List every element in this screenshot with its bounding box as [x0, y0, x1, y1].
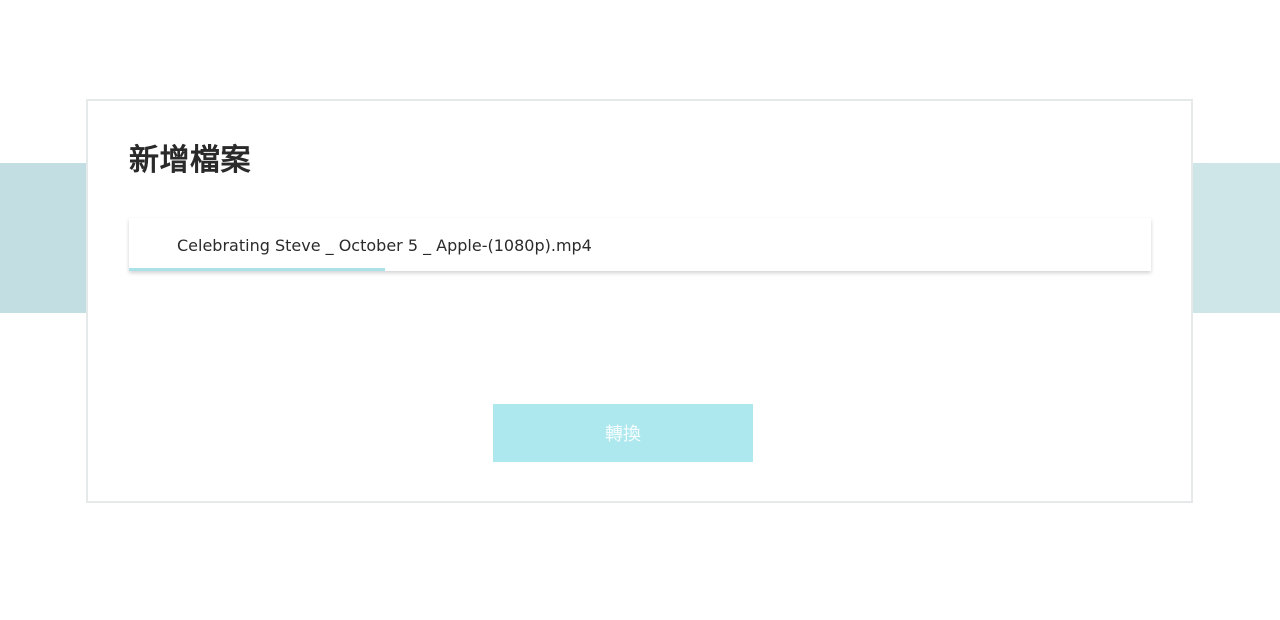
- upload-progress-fill: [129, 268, 385, 271]
- add-file-card: 新增檔案 Celebrating Steve _ October 5 _ App…: [86, 99, 1193, 503]
- file-name: Celebrating Steve _ October 5 _ Apple-(1…: [177, 236, 592, 255]
- page: 新增檔案 Celebrating Steve _ October 5 _ App…: [0, 0, 1280, 620]
- convert-button[interactable]: 轉換: [493, 404, 753, 462]
- file-item[interactable]: Celebrating Steve _ October 5 _ Apple-(1…: [129, 218, 1151, 271]
- card-title: 新增檔案: [129, 143, 251, 178]
- upload-progress-bar: [129, 268, 1151, 271]
